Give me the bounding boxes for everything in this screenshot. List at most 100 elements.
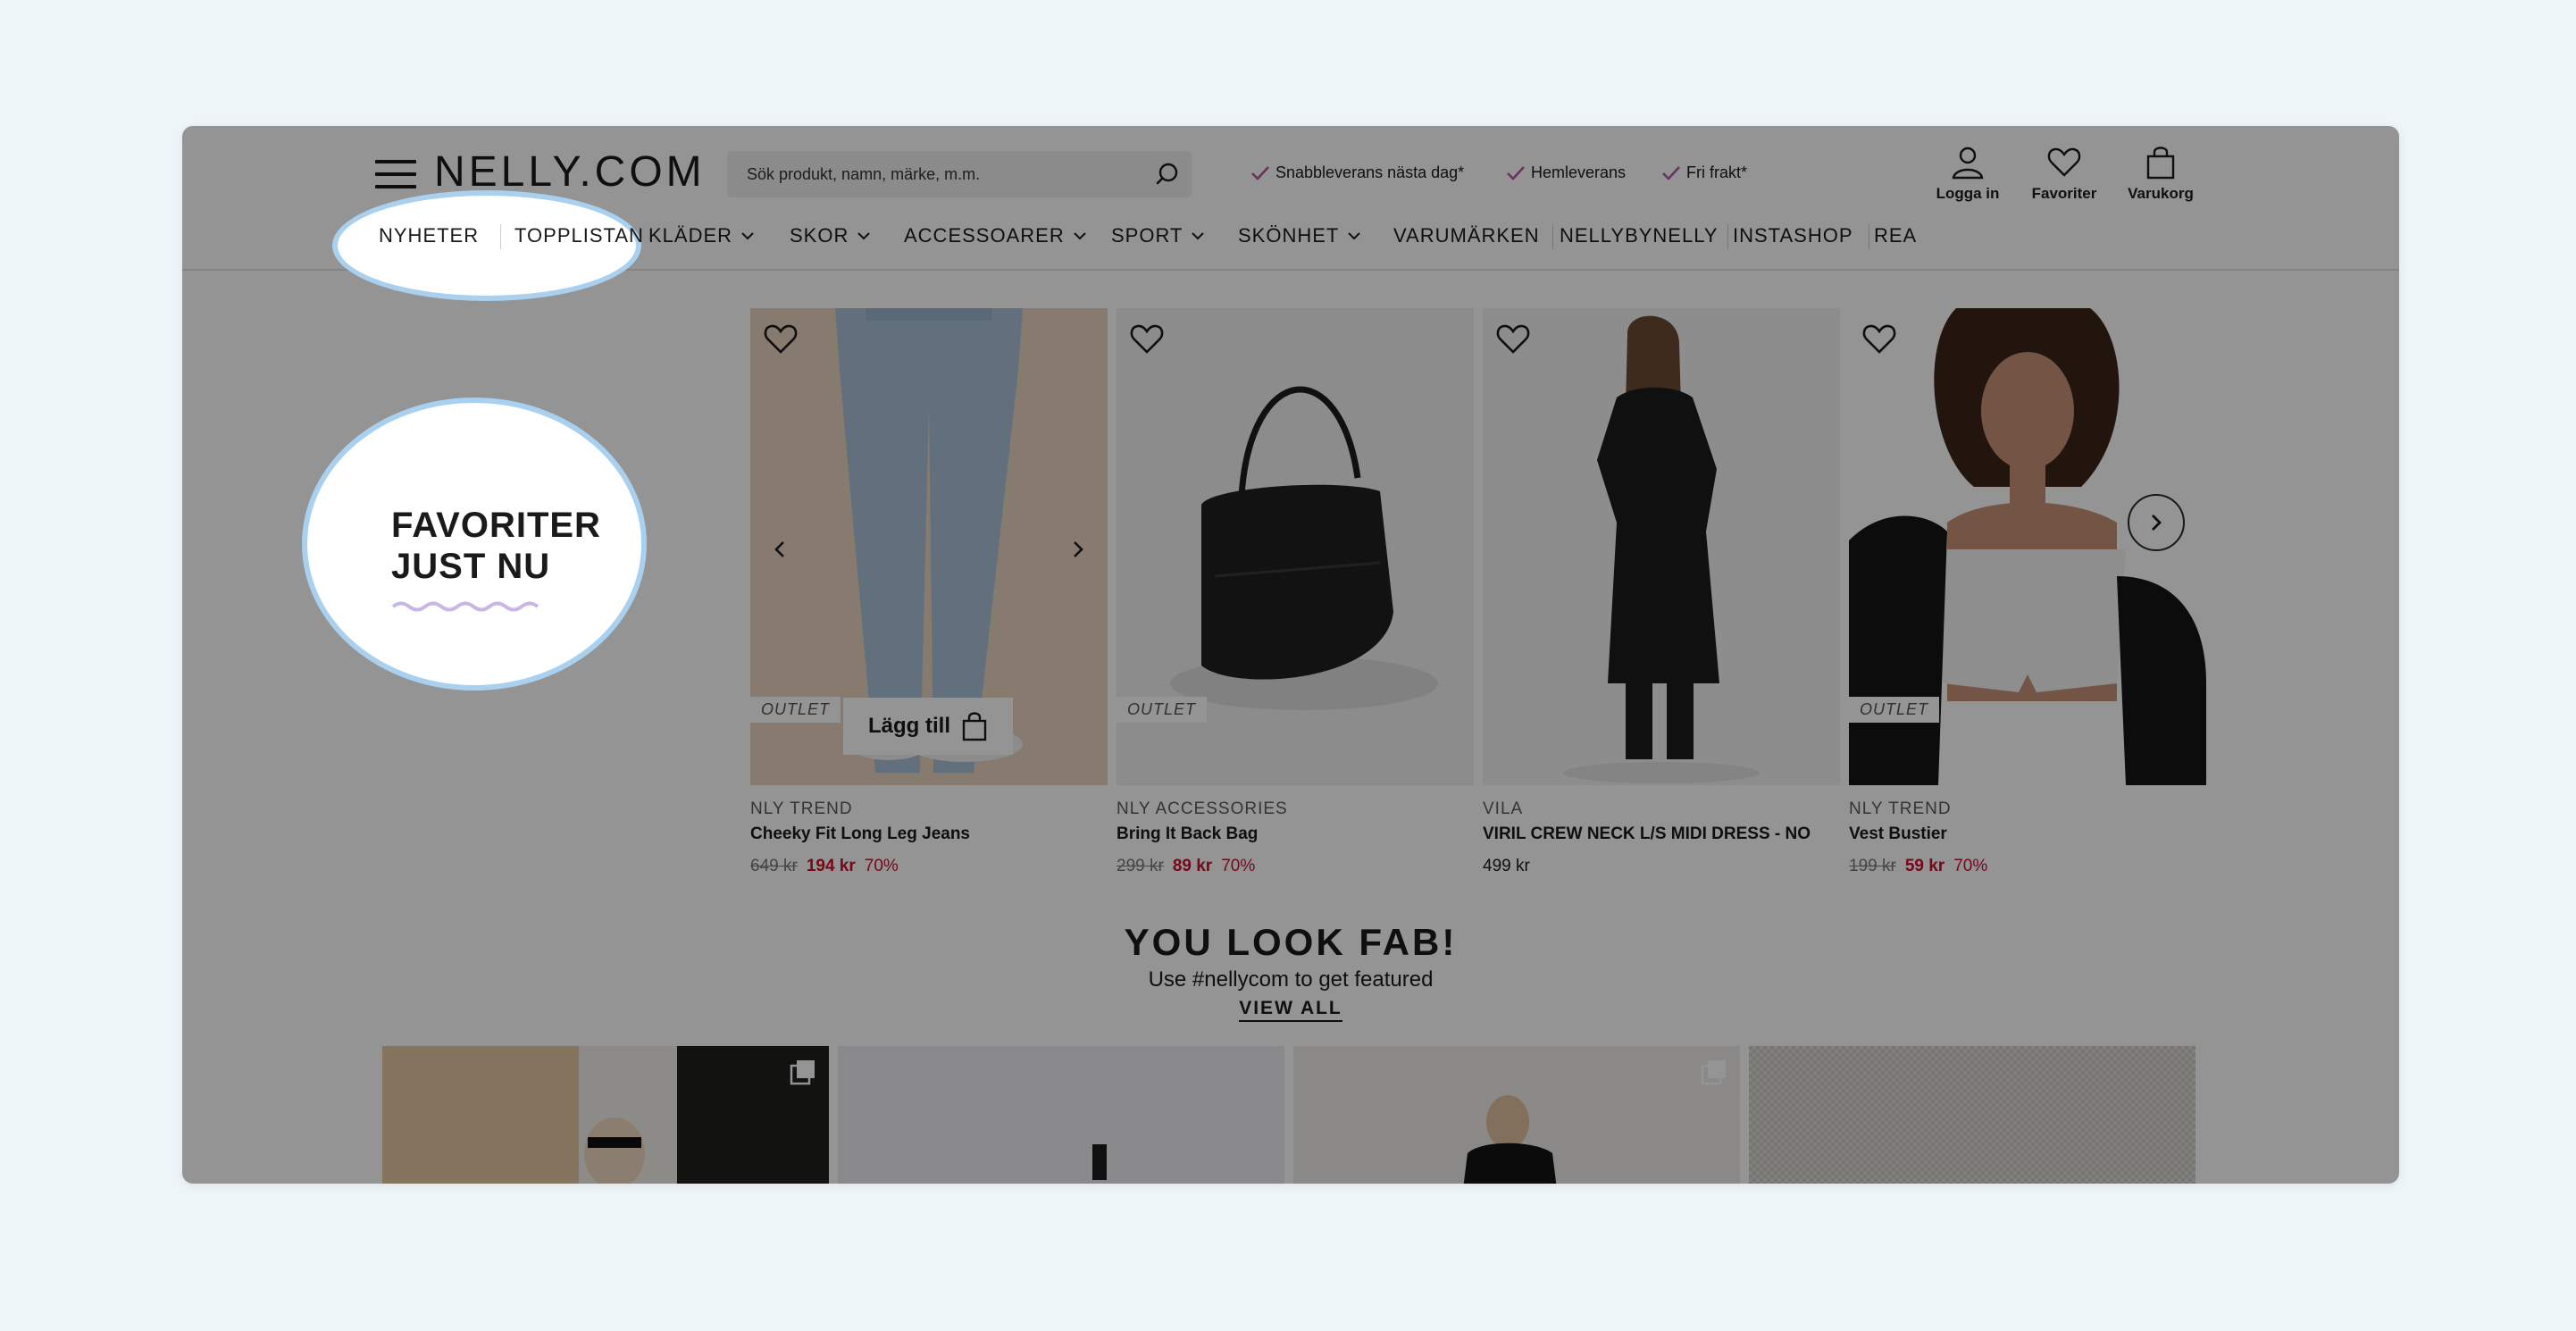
multiple-images-icon: [790, 1060, 815, 1085]
add-to-cart-label: Lägg till: [868, 714, 950, 738]
chevron-down-icon: [857, 232, 871, 240]
check-icon: [1507, 165, 1525, 180]
discount-percent: 70%: [1953, 857, 1988, 875]
outlet-badge: OUTLET: [1849, 697, 1940, 723]
product-image[interactable]: OUTLET: [1117, 308, 1474, 785]
site-logo[interactable]: NELLY.COM: [434, 147, 706, 197]
sale-price: 194 kr: [806, 857, 856, 875]
instagram-tile[interactable]: [382, 1046, 829, 1184]
nav-item-rea[interactable]: REA: [1874, 224, 1917, 247]
browser-frame: NELLY.COM Snabbleverans nästa dag* Hemle…: [182, 126, 2399, 1184]
check-icon: [1662, 165, 1680, 180]
nav-label: TOPPLISTAN: [514, 224, 644, 247]
favorites-label: Favoriter: [2031, 185, 2097, 202]
search-input[interactable]: [727, 151, 1138, 197]
nav-label: INSTASHOP: [1733, 224, 1853, 247]
instagram-tile[interactable]: [1749, 1046, 2195, 1184]
product-price: 499 kr: [1483, 857, 1840, 876]
discount-percent: 70%: [864, 857, 899, 875]
instagram-photo: [1749, 1046, 2195, 1184]
chevron-down-icon: [1348, 232, 1361, 240]
instagram-tile[interactable]: [1293, 1046, 1740, 1184]
add-to-cart-button[interactable]: Lägg till: [843, 698, 1013, 755]
nav-item-nyheter-highlighted[interactable]: NYHETER: [379, 224, 479, 247]
nav-item-nellybynelly[interactable]: NELLYBYNELLY: [1560, 224, 1719, 247]
search-bar: [727, 151, 1192, 197]
view-all-link[interactable]: VIEW ALL: [182, 998, 2399, 1022]
nav-item-skor[interactable]: SKOR: [790, 224, 871, 247]
fab-title: YOU LOOK FAB!: [1124, 921, 1458, 963]
cart-button[interactable]: Varukorg: [2112, 144, 2210, 203]
search-icon[interactable]: [1154, 161, 1181, 188]
usp-free-shipping: Fri frakt*: [1661, 163, 1747, 182]
nav-label: VARUMÄRKEN: [1393, 224, 1540, 247]
chevron-down-icon: [1192, 232, 1205, 240]
product-price: 649 kr 194 kr 70%: [750, 857, 1108, 876]
instagram-photo: [1293, 1046, 1740, 1184]
login-label: Logga in: [1936, 185, 2000, 202]
nav-label: SKÖNHET: [1238, 224, 1340, 247]
discount-percent: 70%: [1221, 857, 1256, 875]
outlet-badge: OUTLET: [1117, 697, 1208, 723]
product-name[interactable]: Bring It Back Bag: [1117, 825, 1474, 844]
nav-item-sport[interactable]: SPORT: [1111, 224, 1205, 247]
nav-label: ACCESSOARER: [904, 224, 1065, 247]
nav-label: KLÄDER: [648, 224, 733, 247]
instagram-tile[interactable]: [838, 1046, 1284, 1184]
product-image[interactable]: [1483, 308, 1840, 785]
product-brand: NLY TREND: [1849, 799, 1952, 818]
usp-label: Snabbleverans nästa dag*: [1275, 163, 1465, 181]
favorite-heart-icon[interactable]: [1495, 321, 1531, 356]
product-image[interactable]: OUTLET Lägg till: [750, 308, 1108, 785]
menu-icon[interactable]: [375, 158, 416, 190]
usp-fast-delivery: Snabbleverans nästa dag*: [1250, 163, 1464, 182]
favorites-title-line1: FAVORITER: [391, 506, 601, 545]
chevron-right-icon[interactable]: [1068, 539, 1086, 560]
sale-price: 59 kr: [1904, 857, 1945, 875]
favorite-heart-icon[interactable]: [763, 321, 799, 356]
nav-divider: [1552, 224, 1553, 249]
usp-label: Fri frakt*: [1686, 163, 1748, 181]
nav-label: NYHETER: [379, 224, 480, 247]
product-card[interactable]: OUTLET NLY ACCESSORIES Bring It Back Bag…: [1117, 308, 1474, 876]
favorite-heart-icon[interactable]: [1129, 321, 1165, 356]
view-all-label: VIEW ALL: [1239, 998, 1342, 1022]
nav-item-instashop[interactable]: INSTASHOP: [1733, 224, 1853, 247]
product-card[interactable]: OUTLET NLY TREND Vest Bustier 199 kr 59 …: [1849, 308, 2206, 876]
usp-label: Hemleverans: [1531, 163, 1627, 181]
login-button[interactable]: Logga in: [1919, 144, 2017, 203]
chevron-right-icon: [2152, 515, 2162, 531]
nav-label: SKOR: [790, 224, 849, 247]
nav-item-klader[interactable]: KLÄDER: [648, 224, 754, 247]
old-price: 199 kr: [1849, 857, 1896, 875]
squiggle-decoration: [391, 601, 539, 612]
chevron-down-icon: [1074, 232, 1086, 240]
nav-label: SPORT: [1111, 224, 1183, 247]
chevron-down-icon: [741, 232, 754, 240]
favorites-heading: FAVORITER JUST NU: [391, 505, 601, 587]
shopping-bag-icon: [962, 712, 987, 741]
chevron-left-icon[interactable]: [772, 539, 790, 560]
product-card[interactable]: OUTLET Lägg till NLY TREND Cheeky Fit Lo…: [750, 308, 1108, 876]
favorite-heart-icon[interactable]: [1861, 321, 1897, 356]
product-name[interactable]: Vest Bustier: [1849, 825, 2206, 844]
nav-item-varumarken[interactable]: VARUMÄRKEN: [1393, 224, 1540, 247]
product-brand: NLY TREND: [750, 799, 853, 818]
nav-item-topplistan-highlighted[interactable]: TOPPLISTAN: [514, 224, 644, 247]
product-name[interactable]: Cheeky Fit Long Leg Jeans: [750, 825, 1108, 844]
product-price: 199 kr 59 kr 70%: [1849, 857, 2206, 876]
carousel-next-button[interactable]: [2128, 494, 2185, 551]
favorites-button[interactable]: Favoriter: [2015, 144, 2113, 203]
product-name[interactable]: VIRIL CREW NECK L/S MIDI DRESS - NO: [1483, 825, 1840, 844]
nav-item-accessoarer[interactable]: ACCESSOARER: [904, 224, 1086, 247]
instagram-photo: [382, 1046, 829, 1184]
nav-item-skonhet[interactable]: SKÖNHET: [1238, 224, 1361, 247]
nav-divider: [1727, 224, 1728, 249]
sale-price: 89 kr: [1172, 857, 1213, 875]
product-card[interactable]: VILA VIRIL CREW NECK L/S MIDI DRESS - NO…: [1483, 308, 1840, 876]
old-price: 649 kr: [750, 857, 798, 875]
check-icon: [1251, 165, 1269, 180]
fab-subtitle: Use #nellycom to get featured: [1148, 967, 1434, 992]
instagram-photo: [838, 1046, 1284, 1184]
nav-label: REA: [1874, 224, 1918, 247]
